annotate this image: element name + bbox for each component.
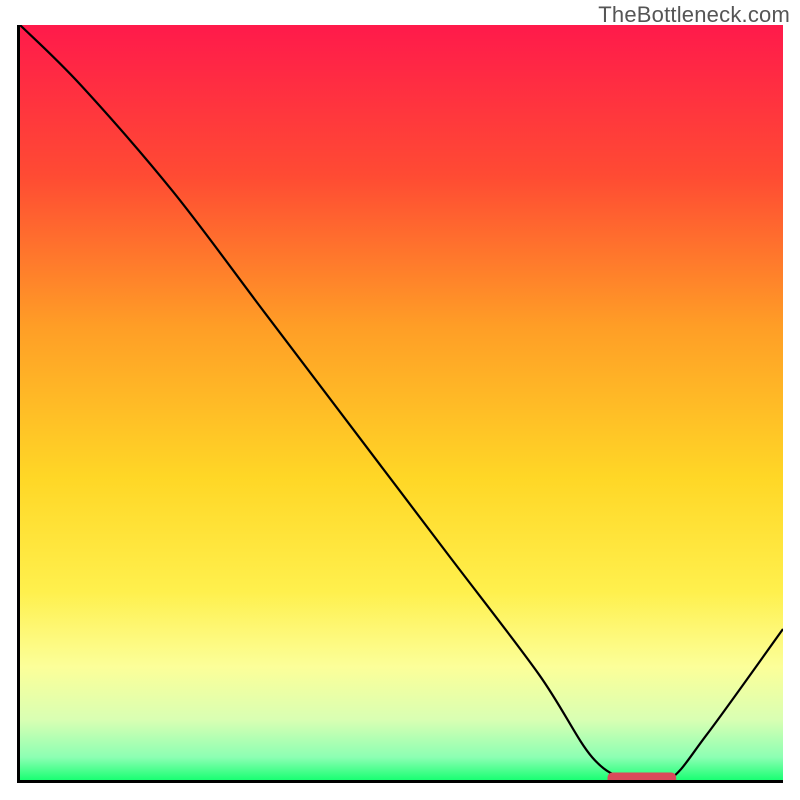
plot-area: [20, 25, 783, 780]
gradient-backdrop: [20, 25, 783, 780]
optimum-marker: [608, 772, 677, 780]
chart-container: TheBottleneck.com: [0, 0, 800, 800]
